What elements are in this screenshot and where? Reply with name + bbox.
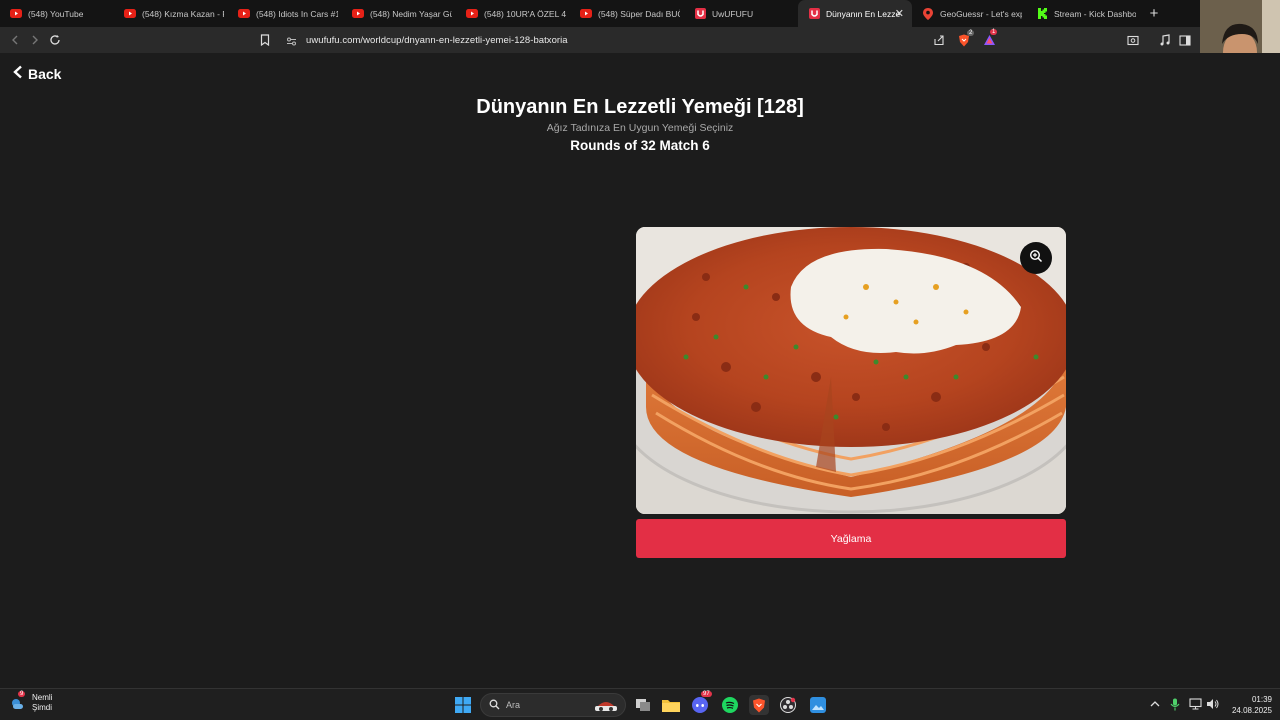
tab-title: GeoGuessr - Let's expl — [940, 8, 1022, 19]
page-subtitle: Ağız Tadınıza En Uygun Yemeği Seçiniz — [546, 122, 734, 134]
tab-title: Dünyanın En Lezze — [826, 8, 901, 19]
tab-title: (548) Nedim Yaşar Gün — [370, 8, 452, 19]
windows-start-icon[interactable] — [453, 695, 473, 715]
media-music-icon[interactable] — [1156, 31, 1174, 49]
browser-tab-strip: (548) YouTube (548) Kızma Kazan - Pa (54… — [0, 0, 1200, 27]
chevron-left-icon — [12, 65, 24, 82]
url-text: uwufufu.com/worldcup/dnyann-en-lezzetli-… — [306, 34, 568, 46]
spotify-icon[interactable] — [720, 695, 740, 715]
tab-title: (548) Süper Dadı BUĞR — [598, 8, 680, 19]
tab-title: UwUFUFU — [712, 8, 754, 19]
forward-arrow-icon[interactable] — [26, 31, 44, 49]
address-bar[interactable]: uwufufu.com/worldcup/dnyann-en-lezzetli-… — [280, 29, 1002, 51]
obs-icon[interactable] — [778, 695, 798, 715]
tab-kick[interactable]: Stream - Kick Dashboa — [1026, 0, 1140, 27]
site-settings-icon[interactable] — [286, 34, 297, 52]
search-highlight-icon — [593, 697, 619, 715]
brave-rewards-icon[interactable]: 1 — [980, 29, 998, 49]
zoom-in-button[interactable] — [1020, 242, 1052, 274]
brave-browser-icon[interactable] — [749, 695, 769, 715]
youtube-icon — [352, 8, 364, 20]
sidebar-toggle-icon[interactable] — [1176, 31, 1194, 49]
weather-condition: Nemli — [32, 693, 53, 702]
task-view-icon[interactable] — [633, 695, 653, 715]
system-clock[interactable]: 01:39 24.08.2025 — [1226, 694, 1272, 716]
tab-youtube[interactable]: (548) Idiots In Cars #13 — [228, 0, 342, 27]
share-icon[interactable] — [930, 31, 948, 49]
youtube-icon — [10, 8, 22, 20]
brave-shield-icon[interactable]: 2 — [955, 30, 975, 49]
tab-title: (548) YouTube — [28, 8, 84, 19]
alert-count-badge: 1 — [990, 29, 998, 35]
screenshot-icon[interactable] — [1124, 31, 1142, 49]
map-pin-icon — [922, 7, 934, 20]
windows-taskbar: 9 Nemli Şimdi Ara 97 01:39 24.08.2025 — [0, 688, 1280, 720]
tab-youtube[interactable]: (548) Süper Dadı BUĞR — [570, 0, 684, 27]
network-icon[interactable] — [1188, 697, 1202, 711]
zoom-in-icon — [1029, 249, 1043, 268]
youtube-icon — [238, 8, 250, 20]
tab-youtube[interactable]: (548) YouTube — [0, 0, 114, 27]
volume-icon[interactable] — [1205, 697, 1219, 711]
choice-image[interactable] — [636, 227, 1066, 514]
file-explorer-icon[interactable] — [661, 695, 681, 715]
tab-uwufufu[interactable]: UwUFUFU — [684, 0, 798, 27]
round-indicator: Rounds of 32 Match 6 — [570, 138, 710, 153]
photos-app-icon[interactable] — [808, 695, 828, 715]
back-arrow-icon[interactable] — [6, 31, 24, 49]
reload-icon[interactable] — [46, 31, 64, 49]
discord-badge: 97 — [701, 691, 712, 697]
weather-time: Şimdi — [32, 703, 53, 712]
tab-youtube[interactable]: (548) Nedim Yaşar Gün — [342, 0, 456, 27]
browser-toolbar: uwufufu.com/worldcup/dnyann-en-lezzetli-… — [0, 27, 1200, 53]
new-tab-button[interactable]: + — [1140, 0, 1168, 27]
tab-youtube[interactable]: (548) 10UR'A ÖZEL 4D — [456, 0, 570, 27]
youtube-icon — [580, 8, 592, 20]
tab-geoguessr[interactable]: GeoGuessr - Let's expl — [912, 0, 1026, 27]
tab-title: (548) 10UR'A ÖZEL 4D — [484, 8, 566, 19]
food-image — [636, 227, 1066, 514]
kick-icon — [1036, 8, 1048, 20]
chevron-up-icon[interactable] — [1148, 697, 1162, 711]
tab-youtube[interactable]: (548) Kızma Kazan - Pa — [114, 0, 228, 27]
uwufufu-icon — [808, 8, 820, 20]
taskbar-search[interactable]: Ara — [480, 693, 626, 717]
tab-title: (548) Idiots In Cars #13 — [256, 8, 338, 19]
uwufufu-icon — [694, 8, 706, 20]
close-icon[interactable]: ✕ — [895, 7, 904, 20]
clock-date: 24.08.2025 — [1231, 706, 1272, 715]
discord-icon[interactable]: 97 — [690, 691, 712, 715]
youtube-icon — [124, 8, 136, 20]
back-label: Back — [28, 65, 62, 82]
tab-title: (548) Kızma Kazan - Pa — [142, 8, 224, 19]
select-choice-button[interactable]: Yağlama — [636, 519, 1066, 558]
search-icon — [489, 699, 500, 712]
weather-icon: 9 — [10, 691, 26, 711]
page-title: Dünyanın En Lezzetli Yemeği [128] — [476, 96, 804, 118]
weather-widget[interactable]: 9 Nemli Şimdi — [10, 691, 53, 713]
tab-uwufufu-active[interactable]: Dünyanın En Lezze ✕ — [798, 0, 912, 27]
clock-time: 01:39 — [1251, 695, 1272, 704]
page-content: Back Dünyanın En Lezzetli Yemeği [128] A… — [0, 53, 1280, 688]
search-placeholder: Ara — [506, 700, 521, 710]
back-button[interactable]: Back — [12, 65, 61, 82]
tab-title: Stream - Kick Dashboa — [1054, 8, 1136, 19]
bookmark-icon[interactable] — [256, 31, 274, 49]
microphone-icon[interactable] — [1168, 697, 1182, 711]
youtube-icon — [466, 8, 478, 20]
